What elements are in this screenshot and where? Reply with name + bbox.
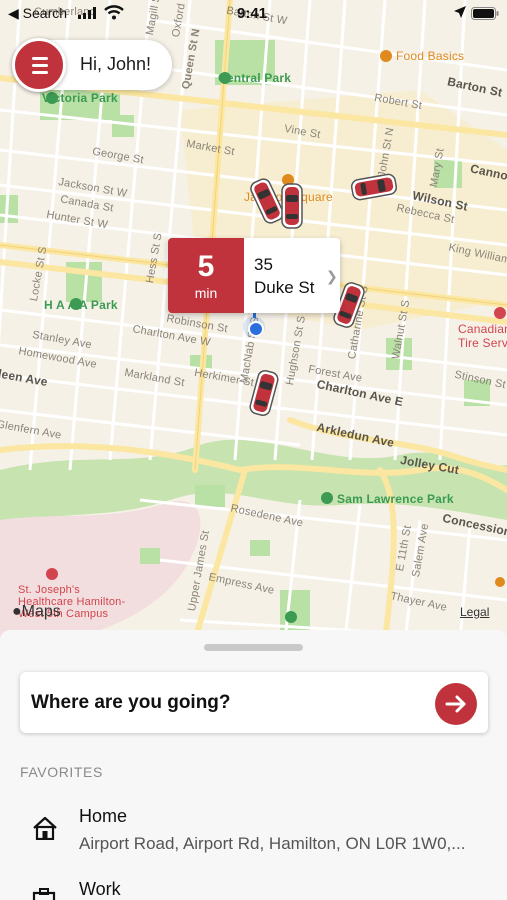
- greeting-text: Hi, John!: [80, 54, 152, 74]
- map-label-park: Sam Lawrence Park: [337, 492, 454, 506]
- eta-badge: 5 min: [168, 238, 244, 313]
- favorites-heading: FAVORITES: [20, 764, 103, 780]
- sheet-drag-handle[interactable]: [204, 644, 303, 651]
- current-location-icon: [243, 316, 265, 338]
- maps-attribution-text: Maps: [21, 603, 61, 620]
- destination-search-field[interactable]: Where are you going?: [20, 672, 488, 733]
- favorite-name: Work: [79, 879, 121, 899]
- hamburger-icon: [32, 57, 48, 60]
- hamburger-icon-line: [32, 64, 48, 67]
- chevron-right-icon: ❯: [326, 268, 338, 284]
- cellular-signal-icon: [78, 7, 96, 19]
- hamburger-icon-line: [32, 71, 48, 74]
- bottom-sheet: Where are you going? FAVORITES Home Airp…: [0, 630, 507, 900]
- home-icon: [33, 816, 57, 840]
- status-bar: ◀ Search 9:41: [0, 0, 507, 28]
- map-label-park: Central Park: [218, 71, 292, 85]
- car-icon[interactable]: [281, 183, 303, 229]
- favorite-item-work[interactable]: Work: [0, 876, 507, 900]
- map-view[interactable]: Cumberland Magill St Oxford St Queen St …: [0, 0, 507, 640]
- battery-icon: [471, 7, 499, 20]
- legal-link[interactable]: Legal: [460, 605, 489, 619]
- eta-value: 5: [197, 250, 215, 283]
- favorite-name: Home: [79, 806, 128, 826]
- wifi-icon: [104, 5, 124, 20]
- map-label-poi: Canadian Tire Servi: [458, 322, 507, 350]
- map-label-poi: Food Basics: [396, 49, 465, 63]
- destination-search-placeholder: Where are you going?: [31, 692, 231, 713]
- pickup-address-number: 35: [254, 255, 273, 274]
- map-label-park: H A A A Park: [44, 298, 118, 312]
- status-time: 9:41: [237, 5, 268, 22]
- pickup-address-street: Duke St: [254, 278, 315, 297]
- favorite-item-home[interactable]: Home Airport Road, Airport Rd, Hamilton,…: [0, 802, 507, 862]
- menu-button[interactable]: [12, 38, 66, 92]
- briefcase-icon: [32, 888, 56, 900]
- apple-logo-icon: ●: [12, 603, 22, 620]
- eta-unit: min: [194, 285, 218, 301]
- location-services-icon: [454, 6, 466, 18]
- map-label-park: Victoria Park: [42, 91, 118, 105]
- back-to-search-link[interactable]: ◀ Search: [8, 5, 67, 22]
- pickup-eta-callout[interactable]: 5 min 35 Duke St ❯: [168, 238, 340, 313]
- arrow-right-icon: [445, 695, 466, 713]
- favorite-address: Airport Road, Airport Rd, Hamilton, ON L…: [79, 834, 466, 853]
- maps-attribution: ●Maps: [12, 603, 61, 621]
- go-button[interactable]: [435, 683, 477, 725]
